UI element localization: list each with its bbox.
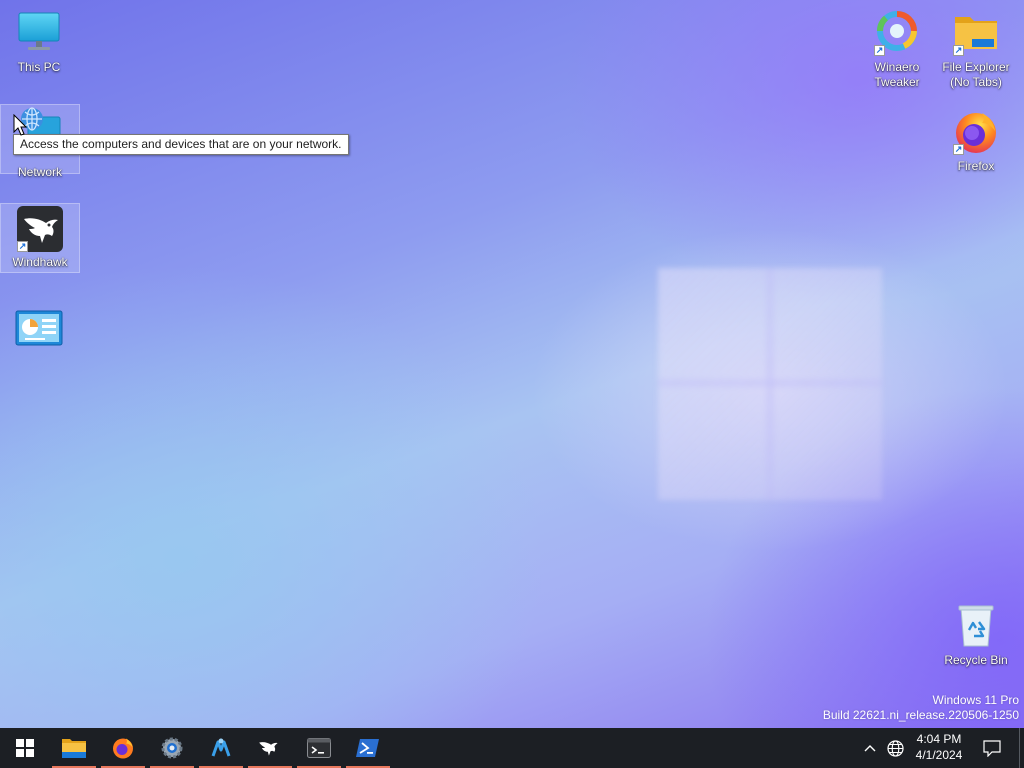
powershell-icon xyxy=(356,739,379,757)
windhawk-eagle-icon: ↗ xyxy=(16,205,64,253)
desktop-icon-control-panel[interactable] xyxy=(0,302,78,352)
watermark-build: Build 22621.ni_release.220506-1250 xyxy=(822,708,1019,722)
taskbar: 4:04 PM 4/1/2024 xyxy=(0,728,1024,768)
tray-show-hidden-icons[interactable] xyxy=(860,728,880,768)
folder-icon xyxy=(62,739,86,758)
chevron-up-icon xyxy=(864,745,876,752)
tray-network[interactable] xyxy=(884,728,906,768)
folder-icon: ↗ xyxy=(952,9,1000,57)
desktop[interactable]: This PC Network ↗ Windhawk ↗ Winaero Twe… xyxy=(0,0,1024,728)
desktop-icon-winaero-tweaker[interactable]: ↗ Winaero Tweaker xyxy=(858,4,936,90)
windows-watermark: Windows 11 Pro Build 22621.ni_release.22… xyxy=(823,693,1019,723)
taskbar-powershell[interactable] xyxy=(344,728,392,768)
globe-icon xyxy=(886,739,904,757)
terminal-icon xyxy=(307,738,331,758)
clock-time: 4:04 PM xyxy=(916,732,962,746)
firefox-icon xyxy=(113,738,133,759)
clock-date: 4/1/2024 xyxy=(915,748,963,762)
taskbar-file-explorer[interactable] xyxy=(50,728,98,768)
winaero-tweaker-icon xyxy=(211,738,231,757)
windows-start-icon xyxy=(16,739,34,757)
shortcut-arrow-icon: ↗ xyxy=(953,144,964,155)
desktop-icon-this-pc[interactable]: This PC xyxy=(0,4,78,75)
desktop-icon-windhawk[interactable]: ↗ Windhawk xyxy=(0,203,80,273)
monitor-icon xyxy=(15,9,63,57)
desktop-icon-label-line1: Winaero xyxy=(874,60,920,74)
taskbar-clock[interactable]: 4:04 PM 4/1/2024 xyxy=(904,731,974,763)
shortcut-arrow-icon: ↗ xyxy=(17,241,28,252)
tray-notifications[interactable] xyxy=(978,728,1006,768)
watermark-edition: Windows 11 Pro xyxy=(932,693,1019,707)
notification-icon xyxy=(983,739,1001,757)
desktop-icon-label: Windhawk xyxy=(12,255,68,269)
desktop-icon-label-line1: File Explorer xyxy=(942,60,1010,74)
taskbar-winaero-tweaker[interactable] xyxy=(197,728,245,768)
desktop-icon-recycle-bin[interactable]: Recycle Bin xyxy=(936,598,1016,668)
winaero-tweaker-icon: ↗ xyxy=(873,9,921,57)
shortcut-arrow-icon: ↗ xyxy=(874,45,885,56)
network-tooltip: Access the computers and devices that ar… xyxy=(13,134,349,155)
desktop-icon-file-explorer[interactable]: ↗ File Explorer (No Tabs) xyxy=(936,4,1016,90)
desktop-icon-firefox[interactable]: ↗ Firefox xyxy=(936,103,1016,174)
desktop-icon-label: Network xyxy=(17,165,62,179)
desktop-icon-label: Recycle Bin xyxy=(944,653,1008,667)
start-button[interactable] xyxy=(1,728,49,768)
recycle-bin-icon xyxy=(952,602,1000,650)
gear-icon xyxy=(161,737,183,759)
windhawk-eagle-icon xyxy=(259,742,278,756)
desktop-icon-label: Firefox xyxy=(957,159,995,173)
control-panel-icon xyxy=(15,309,63,349)
shortcut-arrow-icon: ↗ xyxy=(953,45,964,56)
show-desktop-button[interactable] xyxy=(1019,728,1024,768)
taskbar-terminal[interactable] xyxy=(295,728,343,768)
desktop-icon-label-line2: Tweaker xyxy=(874,75,920,89)
wallpaper-windows-logo xyxy=(658,268,882,500)
desktop-icon-label-line2: (No Tabs) xyxy=(950,75,1002,89)
mouse-pointer-icon xyxy=(13,113,28,139)
desktop-icon-label: This PC xyxy=(17,60,61,74)
taskbar-settings[interactable] xyxy=(148,728,196,768)
firefox-icon: ↗ xyxy=(952,108,1000,156)
taskbar-firefox[interactable] xyxy=(99,728,147,768)
taskbar-windhawk[interactable] xyxy=(246,728,294,768)
